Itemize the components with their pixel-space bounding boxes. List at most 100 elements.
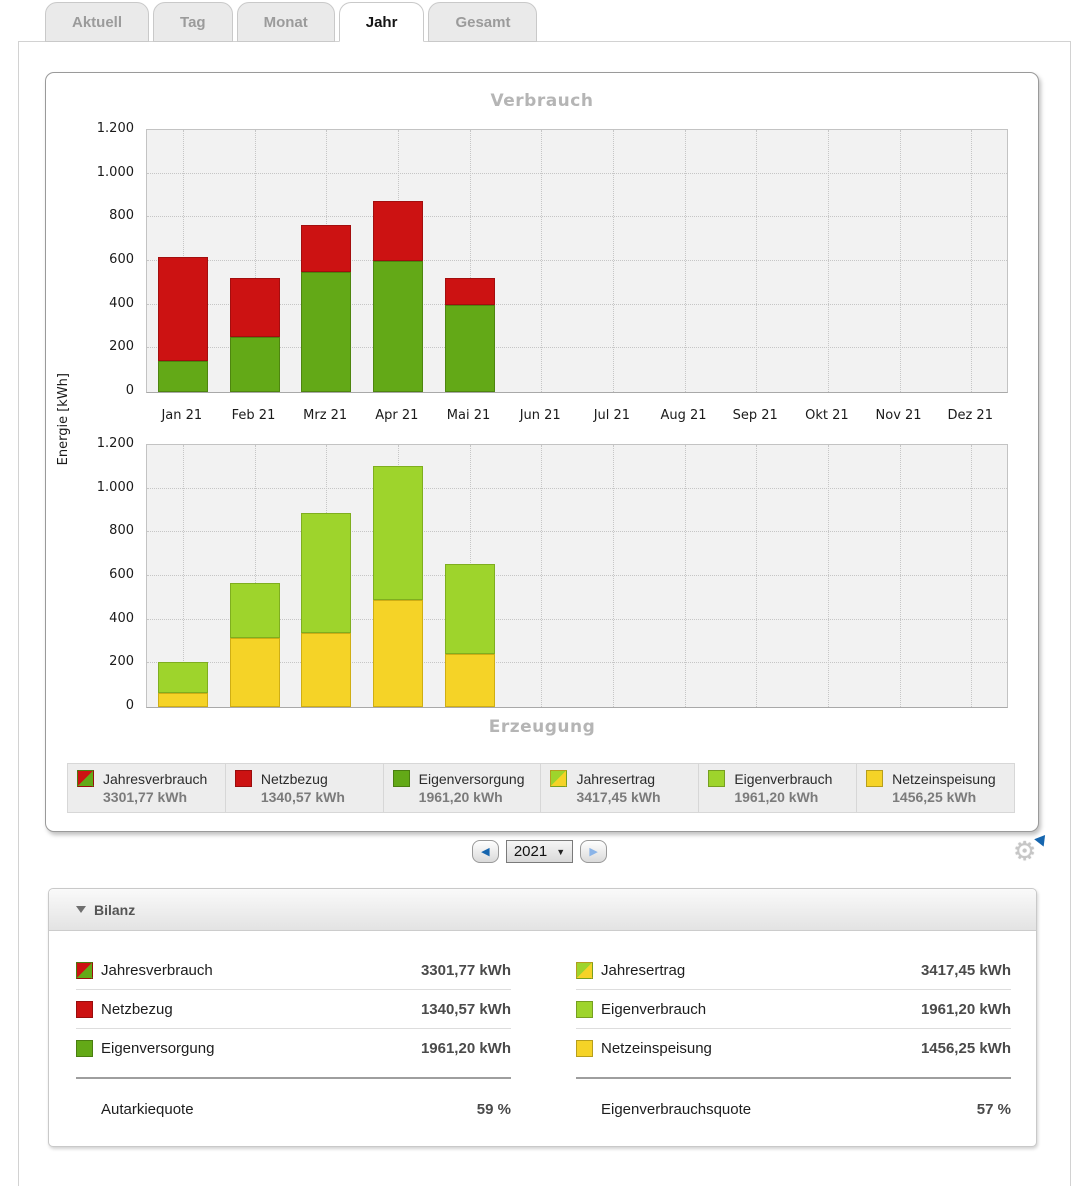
netzeinspeisung-icon xyxy=(866,770,884,787)
row-value: 1961,20 kWh xyxy=(920,1000,1011,1018)
previous-year-button[interactable]: ◀ xyxy=(471,840,499,863)
row-value: 3301,77 kWh xyxy=(420,961,511,979)
legend-label: Jahresertrag xyxy=(576,770,656,787)
bar-segment-netzbezug xyxy=(444,278,495,305)
bar-segment-eigenverbrauch xyxy=(301,512,352,633)
y-axis-tick-label: 400 xyxy=(109,295,134,311)
bar-segment-netzbezug xyxy=(372,201,423,261)
y-axis-tick-label: 1.000 xyxy=(96,164,134,180)
y-axis-tick-label: 600 xyxy=(109,252,134,267)
gridline xyxy=(827,130,829,392)
legend-item-jahresverbrauch: Jahresverbrauch 3301,77 kWh xyxy=(68,764,226,812)
bar-segment-eigenverbrauch xyxy=(372,466,423,601)
x-axis-label: Okt 21 xyxy=(805,408,849,423)
x-axis-labels: Jan 21 Feb 21 Mrz 21 Apr 21 Mai 21 Jun 21 Jul … xyxy=(146,403,1006,429)
gridline xyxy=(147,531,1007,533)
legend-value: 1961,20 kWh xyxy=(418,789,503,805)
bilanz-right-column: Jahresertrag 3417,45 kWh Eigenverbrauch … xyxy=(576,951,1011,1118)
bar-segment-eigenversorgung xyxy=(229,336,280,392)
gridline xyxy=(684,445,686,707)
eigenversorgung-icon xyxy=(392,770,410,787)
gridline xyxy=(971,130,973,392)
y-axis-tick-label: 200 xyxy=(109,339,134,355)
row-value: 1456,25 kWh xyxy=(920,1039,1011,1057)
eigenversorgung-icon xyxy=(76,1039,93,1057)
tab-aktuell[interactable]: Aktuell xyxy=(45,2,150,42)
row-label: Jahresertrag xyxy=(601,961,686,979)
gridline xyxy=(899,445,901,707)
gridline xyxy=(147,487,1007,489)
autarkiequote-row: Autarkiequote 59 % xyxy=(76,1079,511,1118)
gridline xyxy=(971,445,973,707)
y-axis-tick-label: 400 xyxy=(109,610,134,626)
legend-item-netzbezug: Netzbezug 1340,57 kWh xyxy=(226,764,384,812)
quote-value: 59 % xyxy=(476,1101,511,1118)
x-axis-label: Sep 21 xyxy=(732,408,778,423)
gridline xyxy=(612,445,614,707)
row-label: Jahresverbrauch xyxy=(101,961,213,979)
legend-value: 1961,20 kWh xyxy=(734,789,819,805)
bar-segment-netzeinspeisung xyxy=(444,653,495,707)
bar-segment-netzbezug xyxy=(301,224,352,273)
chart-legend: Jahresverbrauch 3301,77 kWh Netzbezug 13… xyxy=(67,763,1015,813)
legend-label: Netzeinspeisung xyxy=(892,770,996,787)
row-value: 1340,57 kWh xyxy=(420,1000,511,1018)
chart-title-verbrauch: Verbrauch xyxy=(490,91,594,111)
bar-segment-eigenverbrauch xyxy=(157,662,208,694)
y-axis-tick-label: 200 xyxy=(109,654,134,670)
bar-segment-eigenversorgung xyxy=(372,260,423,392)
legend-value: 3301,77 kWh xyxy=(103,789,188,805)
gridline xyxy=(147,216,1007,218)
verbrauch-plot-area xyxy=(146,129,1008,393)
legend-item-eigenverbrauch: Eigenverbrauch 1961,20 kWh xyxy=(699,764,858,812)
year-select-value: 2021 xyxy=(513,843,548,860)
row-label: Netzeinspeisung xyxy=(601,1039,712,1057)
legend-label: Eigenverbrauch xyxy=(734,770,833,787)
gridline xyxy=(899,130,901,392)
x-axis-label: Mrz 21 xyxy=(303,408,348,423)
bar-segment-netzbezug xyxy=(229,277,280,337)
gear-icon: ⚙ xyxy=(1013,836,1037,866)
eigenverbrauch-icon xyxy=(708,770,726,787)
x-axis-label: Jul 21 xyxy=(593,408,631,423)
erzeugung-plot-area xyxy=(146,444,1008,708)
jahresertrag-icon xyxy=(550,770,568,787)
tab-tag[interactable]: Tag xyxy=(153,2,233,42)
arrow-left-icon: ◀ xyxy=(481,846,490,858)
bilanz-header[interactable]: Bilanz xyxy=(49,889,1036,931)
table-row: Jahresertrag 3417,45 kWh xyxy=(576,951,1011,990)
year-select[interactable]: 2021 ▼ xyxy=(505,840,574,863)
gridline xyxy=(684,130,686,392)
table-row: Eigenverbrauch 1961,20 kWh xyxy=(576,990,1011,1029)
chevron-down-icon: ▼ xyxy=(556,846,566,857)
arrow-right-icon: ▶ xyxy=(589,846,598,858)
bilanz-left-column: Jahresverbrauch 3301,77 kWh Netzbezug 13… xyxy=(76,951,511,1118)
bar-segment-eigenversorgung xyxy=(157,361,208,392)
legend-item-netzeinspeisung: Netzeinspeisung 1456,25 kWh xyxy=(857,764,1014,812)
next-year-button[interactable]: ▶ xyxy=(580,840,608,863)
year-navigation: ◀ 2021 ▼ ▶ xyxy=(0,840,1079,868)
y-axis-tick-label: 600 xyxy=(109,567,134,582)
table-row: Jahresverbrauch 3301,77 kWh xyxy=(76,951,511,990)
eigenverbrauchsquote-row: Eigenverbrauchsquote 57 % xyxy=(576,1079,1011,1118)
y-axis-tick-label: 0 xyxy=(125,698,134,713)
collapse-triangle-icon xyxy=(76,906,86,913)
bar-segment-eigenversorgung xyxy=(301,272,352,392)
x-axis-label: Jun 21 xyxy=(519,408,561,423)
x-axis-label: Nov 21 xyxy=(875,408,922,423)
tab-gesamt[interactable]: Gesamt xyxy=(428,2,538,42)
gridline xyxy=(147,172,1007,174)
bilanz-panel: Bilanz Jahresverbrauch 3301,77 kWh Netzb… xyxy=(48,888,1037,1147)
settings-button[interactable]: ⚙ xyxy=(1013,831,1050,868)
table-row: Eigenversorgung 1961,20 kWh xyxy=(76,1029,511,1067)
y-axis-tick-label: 1.000 xyxy=(96,479,134,495)
netzbezug-icon xyxy=(76,1000,93,1018)
legend-value: 1340,57 kWh xyxy=(260,789,345,805)
legend-item-eigenversorgung: Eigenversorgung 1961,20 kWh xyxy=(384,764,542,812)
tab-jahr[interactable]: Jahr xyxy=(338,2,425,42)
legend-label: Netzbezug xyxy=(260,770,328,787)
y-axis-tick-label: 800 xyxy=(109,523,134,539)
eigenverbrauch-icon xyxy=(576,1000,593,1018)
tab-monat[interactable]: Monat xyxy=(236,2,335,42)
bar-segment-netzeinspeisung xyxy=(301,632,352,707)
